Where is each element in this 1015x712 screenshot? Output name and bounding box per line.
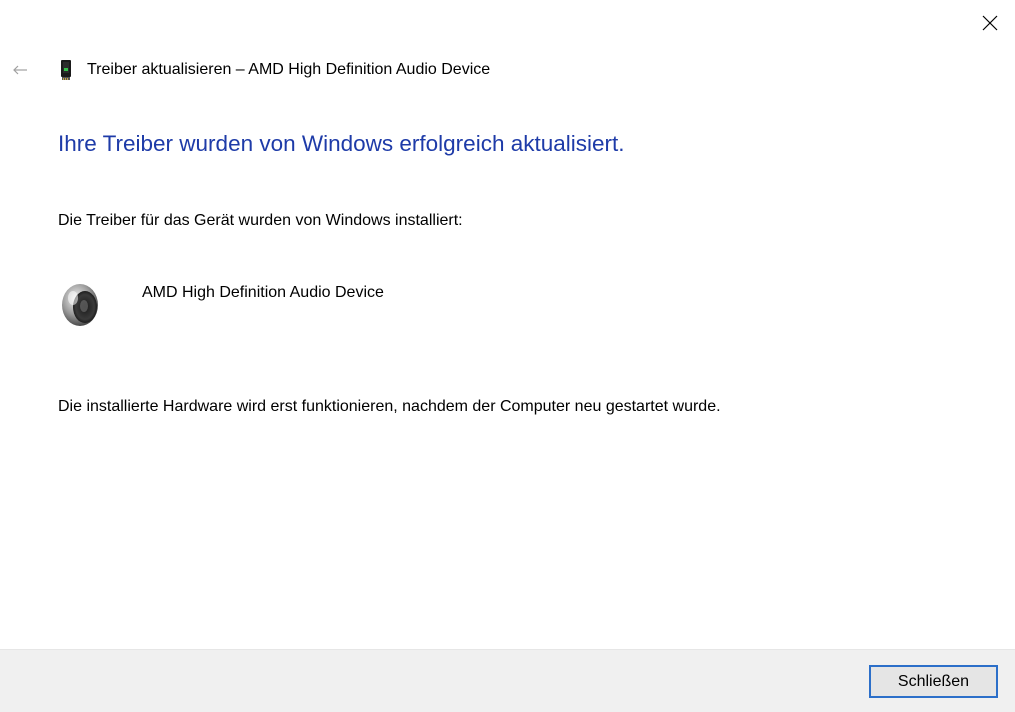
device-card-icon xyxy=(58,58,74,82)
dialog-header: Treiber aktualisieren – AMD High Definit… xyxy=(58,58,490,82)
success-heading: Ihre Treiber wurden von Windows erfolgre… xyxy=(58,131,625,156)
window-close-button[interactable] xyxy=(975,8,1005,38)
back-button[interactable] xyxy=(8,58,32,82)
intro-text: Die Treiber für das Gerät wurden von Win… xyxy=(58,212,463,229)
speaker-icon xyxy=(58,280,106,330)
close-icon xyxy=(982,15,998,31)
driver-update-dialog: Treiber aktualisieren – AMD High Definit… xyxy=(0,0,1015,712)
device-name: AMD High Definition Audio Device xyxy=(142,284,384,301)
dialog-title: Treiber aktualisieren – AMD High Definit… xyxy=(87,61,491,78)
back-arrow-icon xyxy=(13,65,27,75)
dialog-footer: Schließen xyxy=(0,649,1015,712)
close-dialog-button[interactable]: Schließen xyxy=(869,665,998,698)
installed-device-row: AMD High Definition Audio Device xyxy=(58,280,558,330)
restart-note: Die installierte Hardware wird erst funk… xyxy=(58,398,721,415)
